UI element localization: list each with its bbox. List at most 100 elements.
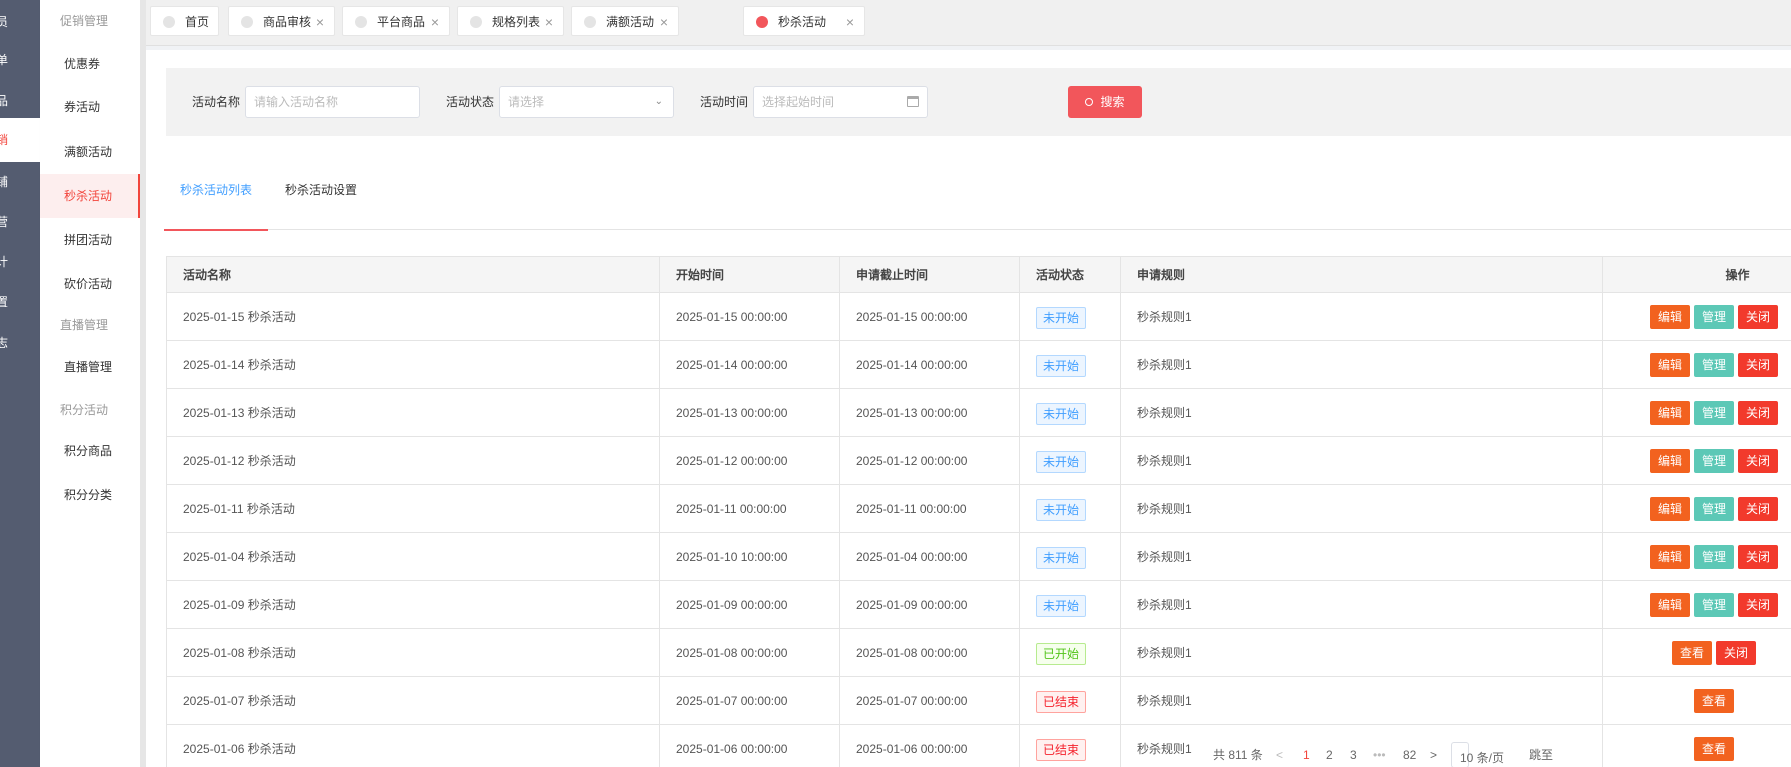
action-button-1[interactable]: 管理 xyxy=(1694,497,1735,521)
tab-status-dot xyxy=(584,16,596,28)
pagination-ellipsis[interactable]: ••• xyxy=(1373,740,1386,767)
cell-activity-name: 2025-01-06 秒杀活动 xyxy=(167,725,660,767)
action-button-0[interactable]: 编辑 xyxy=(1650,401,1691,425)
cell-status: 已结束 xyxy=(1020,725,1121,767)
tab-seckill-list-label: 秒杀活动列表 xyxy=(180,183,253,197)
cell-deadline: 2025-01-08 00:00:00 xyxy=(840,629,1020,676)
cell-status: 未开始 xyxy=(1020,533,1121,580)
tab-2[interactable]: 平台商品 × xyxy=(342,6,450,36)
action-button-1[interactable]: 管理 xyxy=(1694,353,1735,377)
action-button-1[interactable]: 管理 xyxy=(1694,449,1735,473)
status-badge: 未开始 xyxy=(1036,306,1087,329)
sidebar-item-live-0[interactable]: 直播管理 xyxy=(40,345,140,389)
action-button-2[interactable]: 关闭 xyxy=(1738,353,1779,377)
primary-nav-item-8[interactable]: 志 xyxy=(0,321,40,365)
action-button-1[interactable]: 管理 xyxy=(1694,545,1735,569)
activity-time-picker[interactable]: 选择起始时间 xyxy=(753,86,928,118)
sidebar-item-promo-4[interactable]: 拼团活动 xyxy=(40,218,140,262)
pagination-page-3[interactable]: 3 xyxy=(1350,740,1357,767)
cell-actions: 编辑 管理 关闭 xyxy=(1603,341,1791,388)
close-icon[interactable]: × xyxy=(545,7,553,37)
tab-1[interactable]: 商品审核 × xyxy=(228,6,335,36)
action-button-0[interactable]: 查看 xyxy=(1694,737,1735,761)
action-button-0[interactable]: 查看 xyxy=(1672,641,1713,665)
status-badge: 未开始 xyxy=(1036,594,1087,617)
status-badge: 未开始 xyxy=(1036,498,1087,521)
action-button-1[interactable]: 管理 xyxy=(1694,401,1735,425)
action-button-2[interactable]: 关闭 xyxy=(1738,401,1779,425)
tabs-bar: 首页 商品审核 × 平台商品 × 规格列表 × 满额活动 × 秒杀活动 × xyxy=(146,0,1791,46)
cell-start-time: 2025-01-08 00:00:00 xyxy=(660,629,840,676)
status-badge: 未开始 xyxy=(1036,450,1087,473)
cell-start-time: 2025-01-09 00:00:00 xyxy=(660,581,840,628)
sidebar-item-promo-5[interactable]: 砍价活动 xyxy=(40,262,140,306)
cell-deadline: 2025-01-04 00:00:00 xyxy=(840,533,1020,580)
activity-name-input[interactable]: 请输入活动名称 xyxy=(245,86,420,118)
pagination-prev[interactable]: < xyxy=(1276,740,1283,767)
cell-status: 未开始 xyxy=(1020,581,1121,628)
action-button-1[interactable]: 管理 xyxy=(1694,593,1735,617)
cell-status: 未开始 xyxy=(1020,437,1121,484)
tab-4[interactable]: 满额活动 × xyxy=(571,6,679,36)
pagination-page-2[interactable]: 2 xyxy=(1326,740,1333,767)
activity-time-placeholder: 选择起始时间 xyxy=(762,95,835,109)
action-button-1[interactable]: 关闭 xyxy=(1716,641,1757,665)
action-button-1[interactable]: 管理 xyxy=(1694,305,1735,329)
primary-nav-item-5[interactable]: 营 xyxy=(0,200,40,244)
pagination-page-1[interactable]: 1 xyxy=(1303,740,1310,767)
action-button-2[interactable]: 关闭 xyxy=(1738,497,1779,521)
tab-0[interactable]: 首页 xyxy=(150,6,219,36)
tab-5[interactable]: 秒杀活动 × xyxy=(743,6,865,36)
action-button-0[interactable]: 编辑 xyxy=(1650,497,1691,521)
cell-start-time: 2025-01-07 00:00:00 xyxy=(660,677,840,724)
cell-actions: 编辑 管理 关闭 xyxy=(1603,533,1791,580)
action-button-2[interactable]: 关闭 xyxy=(1738,449,1779,473)
cell-start-time: 2025-01-15 00:00:00 xyxy=(660,293,840,340)
status-badge: 已开始 xyxy=(1036,642,1087,665)
primary-nav-item-4[interactable]: 铺 xyxy=(0,160,40,204)
cell-rule: 秒杀规则1 xyxy=(1121,485,1603,532)
close-icon[interactable]: × xyxy=(660,7,668,37)
primary-nav-item-3[interactable]: 销 xyxy=(0,118,40,162)
action-button-0[interactable]: 编辑 xyxy=(1650,449,1691,473)
page-size-select[interactable]: 10 条/页 xyxy=(1451,742,1504,767)
pagination-page-82[interactable]: 82 xyxy=(1403,740,1416,767)
cell-activity-name: 2025-01-09 秒杀活动 xyxy=(167,581,660,628)
pagination-next[interactable]: > xyxy=(1430,740,1437,767)
sidebar-item-promo-3[interactable]: 秒杀活动 xyxy=(40,174,140,218)
sidebar-item-promo-2[interactable]: 满额活动 xyxy=(40,130,140,174)
action-button-0[interactable]: 查看 xyxy=(1694,689,1735,713)
sidebar-item-promo-0[interactable]: 优惠券 xyxy=(40,42,140,86)
cell-status: 未开始 xyxy=(1020,293,1121,340)
primary-nav-item-7[interactable]: 置 xyxy=(0,280,40,324)
close-icon[interactable]: × xyxy=(316,7,324,37)
close-icon[interactable]: × xyxy=(431,7,439,37)
table-row: 2025-01-04 秒杀活动 2025-01-10 10:00:00 2025-0… xyxy=(167,533,1791,581)
action-button-0[interactable]: 编辑 xyxy=(1650,305,1691,329)
tab-seckill-settings-label: 秒杀活动设置 xyxy=(285,183,358,197)
header-start-time: 开始时间 xyxy=(660,257,840,292)
search-icon xyxy=(1085,98,1094,106)
sidebar-item-points-1[interactable]: 积分分类 xyxy=(40,473,140,517)
action-button-2[interactable]: 关闭 xyxy=(1738,545,1779,569)
action-button-0[interactable]: 编辑 xyxy=(1650,593,1691,617)
header-actions: 操作 xyxy=(1725,268,1750,282)
tab-seckill-list[interactable]: 秒杀活动列表 xyxy=(164,150,269,231)
primary-nav-item-1[interactable]: 单 xyxy=(0,38,40,82)
primary-nav-item-2[interactable]: 品 xyxy=(0,79,40,123)
header-status: 活动状态 xyxy=(1020,257,1121,292)
activity-status-select[interactable]: 请选择 ⌄ xyxy=(499,86,674,118)
action-button-0[interactable]: 编辑 xyxy=(1650,545,1691,569)
sidebar-item-points-0[interactable]: 积分商品 xyxy=(40,429,140,473)
action-button-2[interactable]: 关闭 xyxy=(1738,305,1779,329)
sidebar-item-promo-1[interactable]: 券活动 xyxy=(40,85,140,129)
close-icon[interactable]: × xyxy=(846,7,854,37)
status-badge: 已结束 xyxy=(1036,690,1087,713)
tab-3[interactable]: 规格列表 × xyxy=(457,6,564,36)
tab-seckill-settings[interactable]: 秒杀活动设置 xyxy=(285,150,357,230)
search-button[interactable]: 搜索 xyxy=(1068,86,1142,118)
action-button-2[interactable]: 关闭 xyxy=(1738,593,1779,617)
primary-nav-item-6[interactable]: 计 xyxy=(0,240,40,284)
action-button-0[interactable]: 编辑 xyxy=(1650,353,1691,377)
tab-status-dot xyxy=(470,16,482,28)
